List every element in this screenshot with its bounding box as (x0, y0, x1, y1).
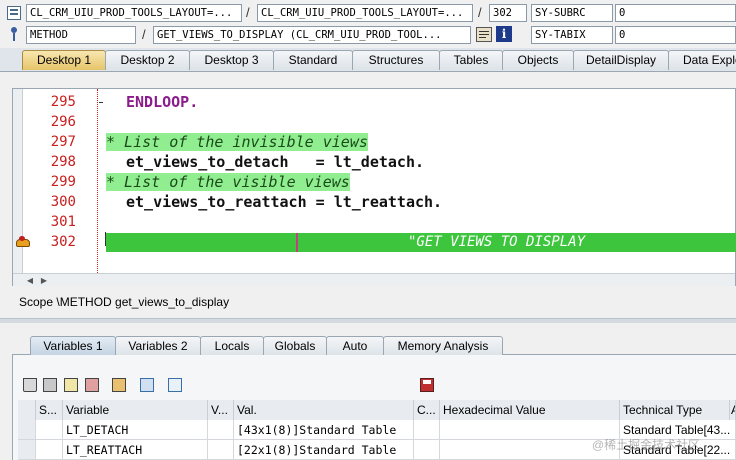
save-variables-icon[interactable] (64, 378, 78, 392)
tab-tables[interactable]: Tables (439, 50, 503, 70)
info-icon[interactable]: i (496, 26, 512, 42)
table-cell-c (414, 440, 440, 460)
line-number: 302 (50, 234, 76, 250)
tab-variables-2[interactable]: Variables 2 (115, 336, 201, 355)
separator: / (478, 5, 482, 20)
table-cell-value[interactable]: [43x1(8)]Standard Table (234, 420, 414, 440)
program-icon (7, 6, 21, 20)
line-field[interactable]: 302 (489, 4, 527, 22)
table-cell-c (414, 420, 440, 440)
line-number: 296 (50, 114, 76, 130)
load-variables-icon[interactable] (85, 378, 99, 392)
line-number: 301 (50, 214, 76, 230)
method-icon (8, 27, 20, 42)
line-number: 300 (50, 194, 76, 210)
tab-desktop-1[interactable]: Desktop 1 (22, 50, 106, 70)
event-name-field[interactable]: GET_VIEWS_TO_DISPLAY (CL_CRM_UIU_PROD_TO… (153, 26, 471, 44)
event-type-field: METHOD (26, 26, 136, 44)
block-marker (99, 102, 103, 103)
col-v[interactable]: V... (208, 400, 234, 420)
cursor-marker (296, 233, 298, 252)
source-code-icon[interactable] (476, 27, 492, 42)
col-value[interactable]: Val. (234, 400, 414, 420)
save-icon[interactable] (420, 378, 434, 392)
scroll-left-icon[interactable]: ◀ (25, 276, 35, 285)
comment: * List of the invisible views (106, 133, 368, 151)
scroll-right-icon[interactable]: ▶ (39, 276, 49, 285)
line-number: 295 (50, 94, 76, 110)
col-variable[interactable]: Variable (63, 400, 208, 420)
tab-data-explorer[interactable]: Data Explorer (668, 50, 736, 70)
navigate-icon[interactable] (140, 378, 154, 392)
tab-variables-1[interactable]: Variables 1 (30, 336, 116, 355)
table-cell-v (208, 420, 234, 440)
code-line-297: * List of the invisible views (106, 133, 368, 152)
tab-memory-analysis[interactable]: Memory Analysis (383, 336, 503, 355)
col-status[interactable]: S... (36, 400, 63, 420)
delete-icon[interactable] (23, 378, 37, 392)
line-number-divider (97, 89, 98, 273)
comment: * List of the visible views (106, 173, 350, 191)
watermark: @稀土掘金技术社区 (592, 438, 701, 452)
debugger-position-icon (16, 236, 32, 248)
sy-subrc-name: SY-SUBRC (531, 4, 613, 22)
table-cell-variable[interactable]: LT_DETACH (63, 420, 208, 440)
col-technical-type[interactable]: Technical Type (620, 400, 730, 420)
code-token: = (315, 193, 325, 211)
table-cell-value[interactable]: [22x1(8)]Standard Table (234, 440, 414, 460)
tab-standard[interactable]: Standard (273, 50, 353, 70)
program-field[interactable]: CL_CRM_UIU_PROD_TOOLS_LAYOUT=... (26, 4, 242, 22)
code-token: lt_reattach. (333, 193, 443, 211)
line-number: 297 (50, 134, 76, 150)
table-cell-variable[interactable]: LT_REATTACH (63, 440, 208, 460)
tab-locals[interactable]: Locals (200, 336, 264, 355)
scope-label: Scope \METHOD get_views_to_display (19, 295, 230, 309)
table-cell-status (36, 420, 63, 440)
line-number: 299 (50, 174, 76, 190)
keyword-endloop: ENDLOOP. (126, 93, 199, 111)
tab-detail-display[interactable]: DetailDisplay (573, 50, 669, 70)
tab-desktop-2[interactable]: Desktop 2 (105, 50, 190, 70)
sy-tabix-value[interactable]: 0 (615, 26, 736, 44)
code-line-300: et_views_to_reattach = lt_reattach. (106, 193, 442, 212)
separator: / (142, 27, 146, 42)
separator: / (246, 5, 250, 20)
code-token: = (315, 153, 325, 171)
keyword-endmethod: ENDMETHOD. (124, 252, 215, 270)
code-token: lt_detach. (333, 153, 425, 171)
code-token: et_views_to_detach (126, 153, 289, 171)
col-a[interactable]: A (730, 400, 736, 420)
code-comment-inline: "GET VIEWS TO DISPLAY (408, 234, 586, 250)
row-selector[interactable] (18, 420, 36, 440)
code-line-302: ENDMETHOD. (106, 233, 214, 270)
sy-tabix-name: SY-TABIX (531, 26, 613, 44)
include-field[interactable]: CL_CRM_UIU_PROD_TOOLS_LAYOUT=... (257, 4, 473, 22)
code-line-295: ENDLOOP. (106, 93, 198, 112)
table-cell-status (36, 440, 63, 460)
horizontal-scrollbar[interactable]: ◀ ▶ (13, 273, 735, 286)
hierarchy-icon[interactable] (112, 378, 126, 392)
code-line-298: et_views_to_detach = lt_detach. (106, 153, 424, 172)
col-c[interactable]: C... (414, 400, 440, 420)
tab-structures[interactable]: Structures (352, 50, 440, 70)
tab-objects[interactable]: Objects (502, 50, 574, 70)
col-row-selector (18, 400, 36, 420)
tab-globals[interactable]: Globals (263, 336, 327, 355)
delete-all-icon[interactable] (43, 378, 57, 392)
code-token: et_views_to_reattach (126, 193, 307, 211)
row-selector[interactable] (18, 440, 36, 460)
tab-desktop-3[interactable]: Desktop 3 (189, 50, 274, 70)
table-cell-v (208, 440, 234, 460)
col-hex[interactable]: Hexadecimal Value (440, 400, 620, 420)
line-number: 298 (50, 154, 76, 170)
splitter[interactable] (0, 318, 736, 323)
sy-subrc-value[interactable]: 0 (615, 4, 736, 22)
settings-icon[interactable] (168, 378, 182, 392)
tab-auto[interactable]: Auto (326, 336, 384, 355)
code-line-299: * List of the visible views (106, 173, 350, 192)
